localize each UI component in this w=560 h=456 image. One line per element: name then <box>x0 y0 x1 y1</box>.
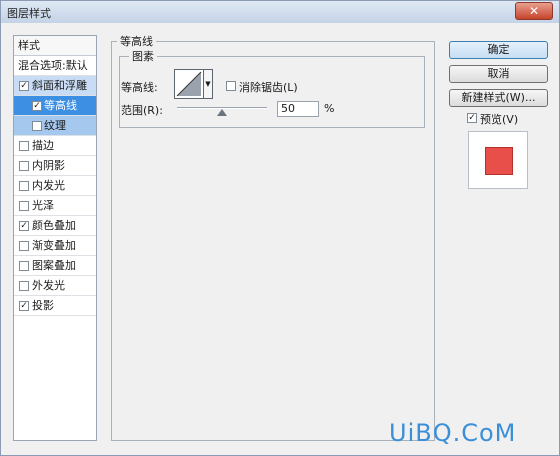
style-item-label: 图案叠加 <box>32 259 76 272</box>
preview-swatch <box>485 147 513 175</box>
style-item-gradient-overlay[interactable]: 渐变叠加 <box>14 236 96 256</box>
styles-header: 样式 <box>14 36 96 56</box>
preview-checkbox[interactable]: ✓ <box>467 113 477 123</box>
style-item-drop-shadow[interactable]: ✓ 投影 <box>14 296 96 316</box>
style-item-inner-glow[interactable]: 内发光 <box>14 176 96 196</box>
contour-checkbox[interactable]: ✓ <box>32 101 42 111</box>
anti-alias-label: 消除锯齿(L) <box>239 81 298 94</box>
range-slider-thumb[interactable] <box>217 109 227 116</box>
contour-group-title: 等高线 <box>117 33 156 49</box>
style-item-label: 渐变叠加 <box>32 239 76 252</box>
inner-shadow-checkbox[interactable] <box>19 161 29 171</box>
preview-label: 预览(V) <box>480 113 519 126</box>
range-label: 范围(R): <box>121 104 163 117</box>
contour-label: 等高线: <box>121 81 158 94</box>
style-item-satin[interactable]: 光泽 <box>14 196 96 216</box>
style-item-label: 斜面和浮雕 <box>32 79 87 92</box>
texture-checkbox[interactable] <box>32 121 42 131</box>
style-item-outer-glow[interactable]: 外发光 <box>14 276 96 296</box>
style-item-label: 投影 <box>32 299 54 312</box>
style-item-contour[interactable]: ✓ 等高线 <box>14 96 96 116</box>
style-item-bevel-emboss[interactable]: ✓ 斜面和浮雕 <box>14 76 96 96</box>
style-item-label: 外发光 <box>32 279 65 292</box>
style-item-label: 等高线 <box>44 99 77 112</box>
ok-button[interactable]: 确定 <box>449 41 548 59</box>
style-item-color-overlay[interactable]: ✓ 颜色叠加 <box>14 216 96 236</box>
pattern-overlay-checkbox[interactable] <box>19 261 29 271</box>
contour-curve-picker[interactable] <box>174 69 204 99</box>
style-item-texture[interactable]: 纹理 <box>14 116 96 136</box>
style-item-label: 描边 <box>32 139 54 152</box>
anti-alias-checkbox[interactable] <box>226 81 236 91</box>
blend-options-item[interactable]: 混合选项:默认 <box>14 56 96 76</box>
inner-glow-checkbox[interactable] <box>19 181 29 191</box>
style-item-label: 光泽 <box>32 199 54 212</box>
gradient-overlay-checkbox[interactable] <box>19 241 29 251</box>
style-item-stroke[interactable]: 描边 <box>14 136 96 156</box>
new-style-button[interactable]: 新建样式(W)... <box>449 89 548 107</box>
drop-shadow-checkbox[interactable]: ✓ <box>19 301 29 311</box>
close-button[interactable]: ✕ <box>515 2 553 20</box>
title-bar: 图层样式 ✕ <box>1 1 559 23</box>
style-preview <box>468 131 528 189</box>
satin-checkbox[interactable] <box>19 201 29 211</box>
layer-style-dialog: 图层样式 ✕ 样式 混合选项:默认 ✓ 斜面和浮雕 ✓ 等高线 纹理 描边 内阴… <box>0 0 560 456</box>
style-item-label: 纹理 <box>44 119 66 132</box>
style-item-label: 内发光 <box>32 179 65 192</box>
elements-group-title: 图素 <box>129 48 157 64</box>
contour-curve-icon <box>176 71 202 97</box>
style-item-pattern-overlay[interactable]: 图案叠加 <box>14 256 96 276</box>
chevron-down-icon[interactable]: ▼ <box>204 69 213 99</box>
style-item-inner-shadow[interactable]: 内阴影 <box>14 156 96 176</box>
bevel-emboss-checkbox[interactable]: ✓ <box>19 81 29 91</box>
window-title: 图层样式 <box>7 7 51 20</box>
range-unit: % <box>324 102 335 115</box>
range-input[interactable]: 50 <box>277 101 319 117</box>
stroke-checkbox[interactable] <box>19 141 29 151</box>
style-item-label: 颜色叠加 <box>32 219 76 232</box>
style-item-label: 内阴影 <box>32 159 65 172</box>
color-overlay-checkbox[interactable]: ✓ <box>19 221 29 231</box>
cancel-button[interactable]: 取消 <box>449 65 548 83</box>
styles-list: 样式 混合选项:默认 ✓ 斜面和浮雕 ✓ 等高线 纹理 描边 内阴影 内发光 光… <box>13 35 97 441</box>
outer-glow-checkbox[interactable] <box>19 281 29 291</box>
watermark: UiBQ.CoM <box>389 419 517 447</box>
